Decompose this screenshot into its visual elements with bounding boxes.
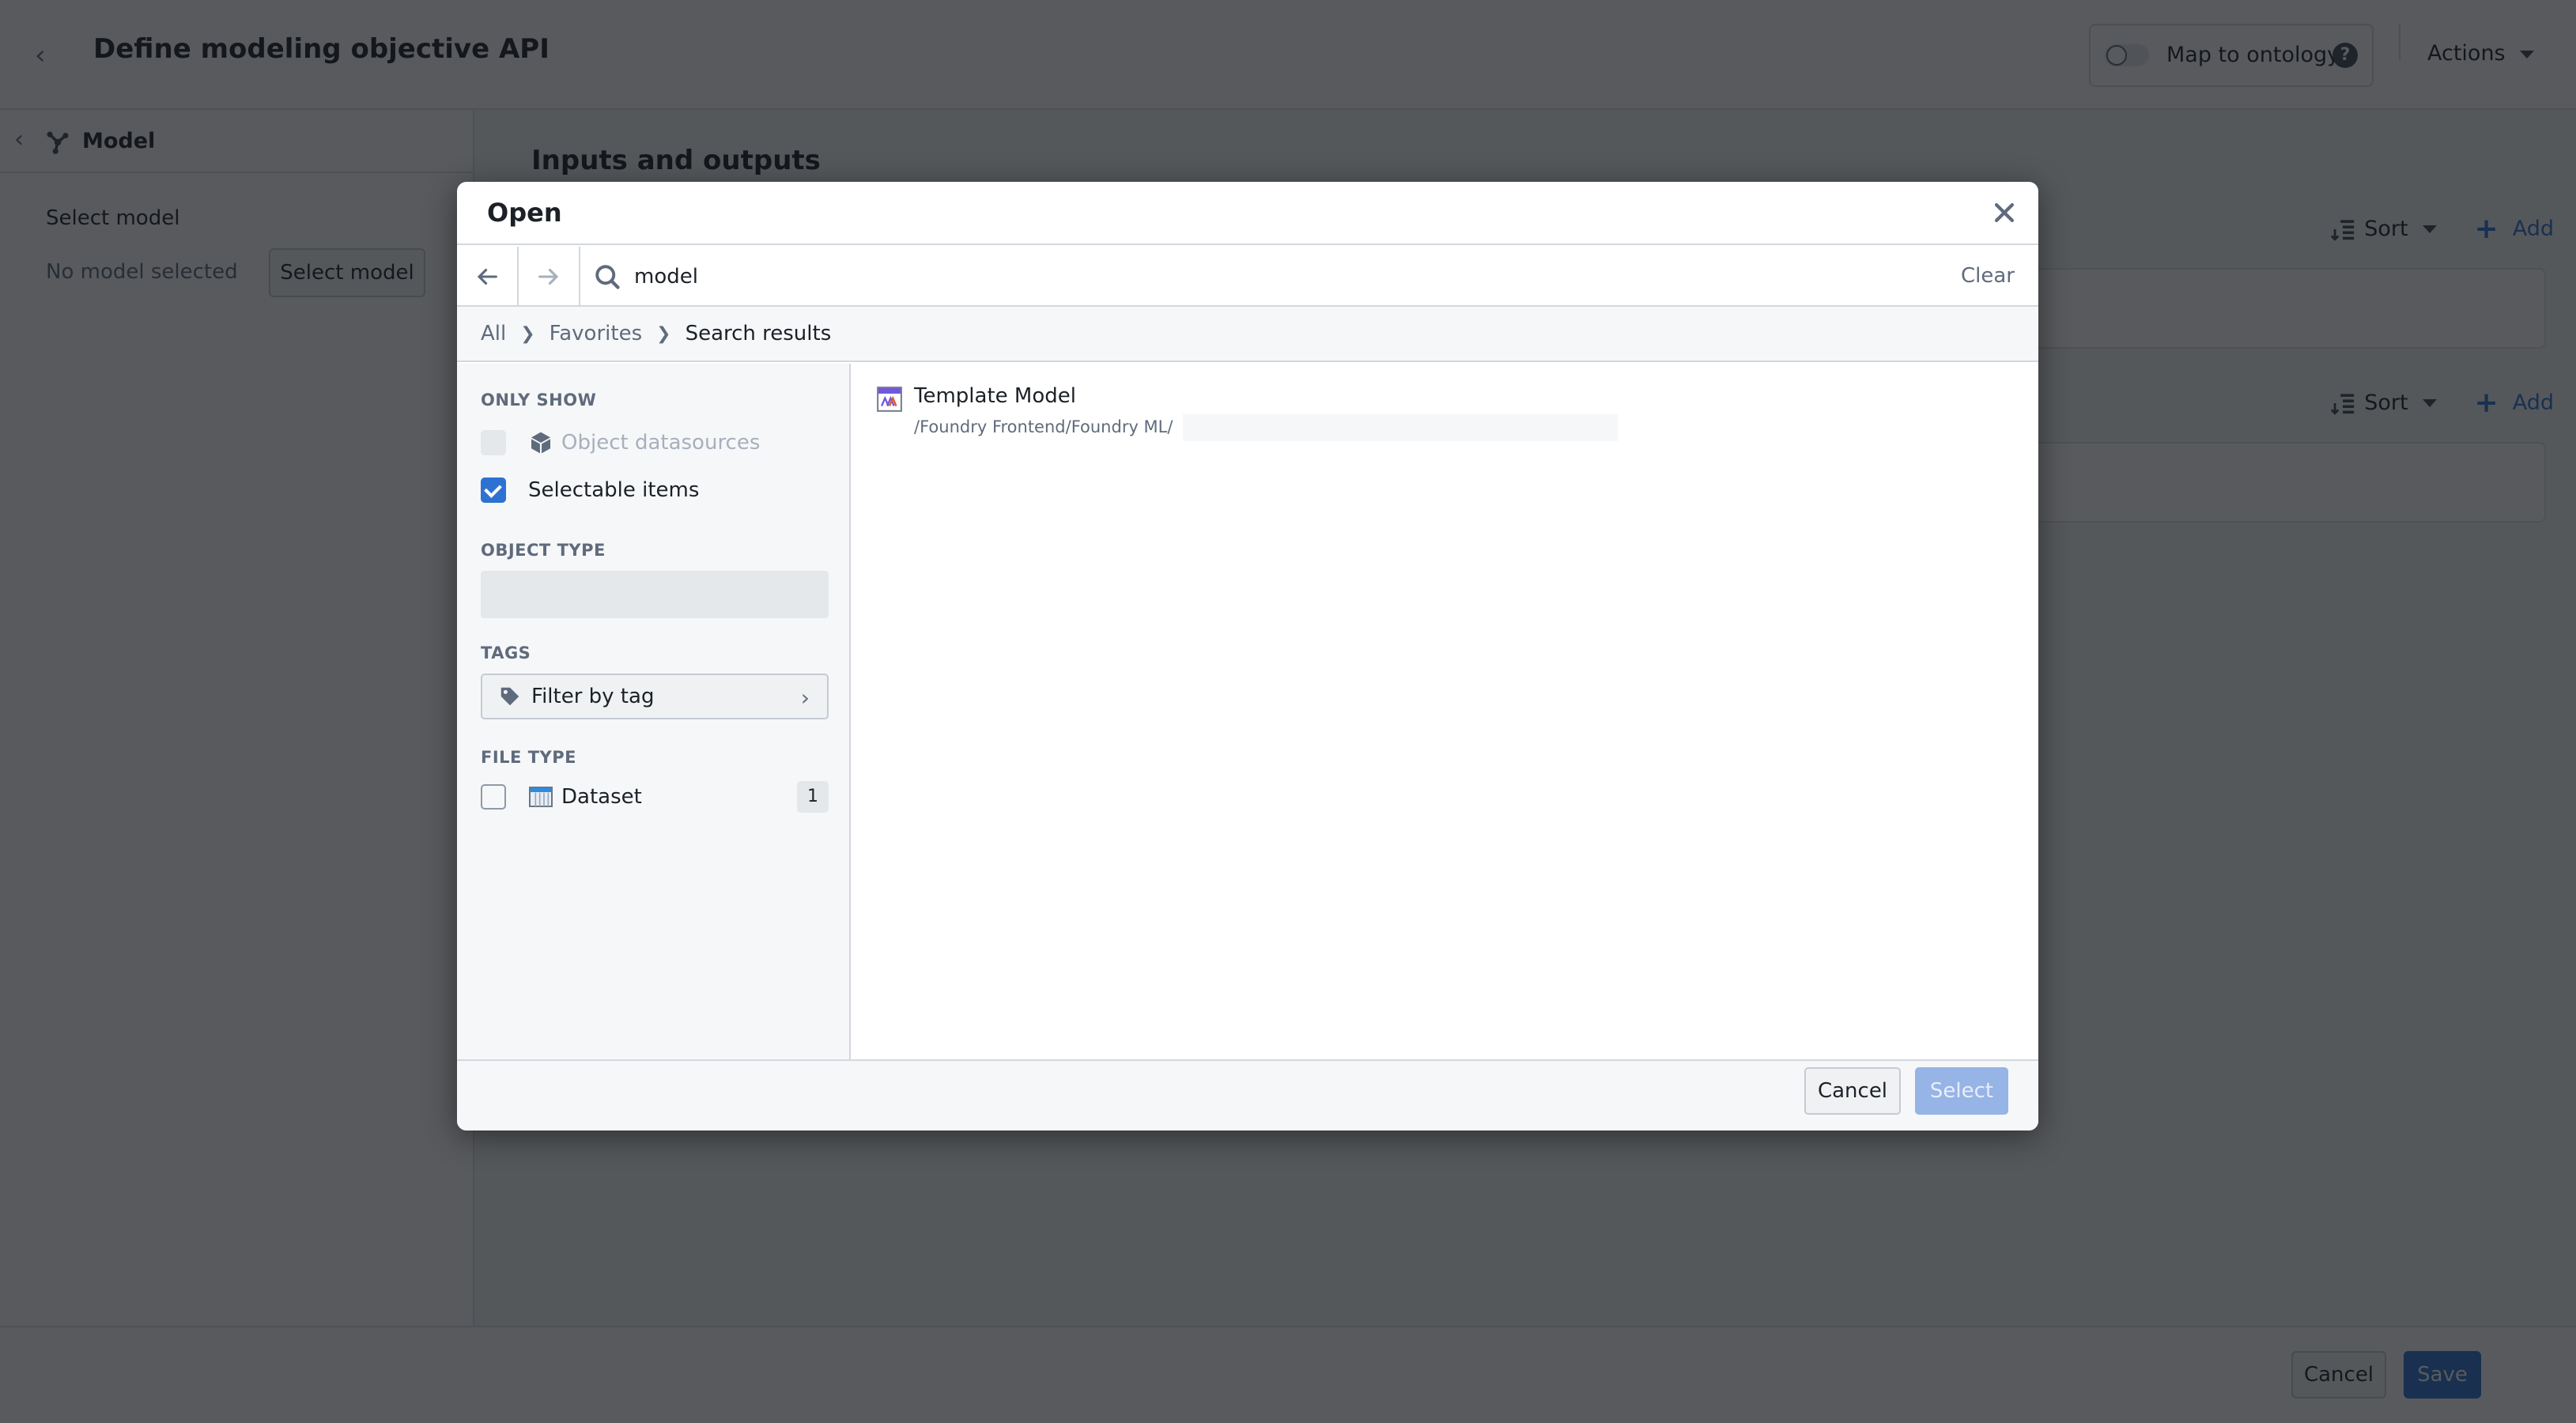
file-type-heading: FILE TYPE <box>481 748 576 767</box>
object-datasources-label: Object datasources <box>561 431 761 455</box>
tags-heading: TAGS <box>481 644 531 662</box>
filter-by-tag-button[interactable]: Filter by tag › <box>481 674 829 719</box>
nav-back-button[interactable] <box>457 247 519 307</box>
result-title: Template Model <box>914 384 1076 408</box>
breadcrumb: All ❯ Favorites ❯ Search results <box>457 307 2038 362</box>
arrow-right-icon <box>538 268 559 285</box>
dataset-label: Dataset <box>561 785 642 809</box>
result-item[interactable]: Template Model /Foundry Frontend/Foundry… <box>876 384 1667 441</box>
chevron-right-icon: ❯ <box>656 323 671 344</box>
nav-forward-button[interactable] <box>519 247 580 307</box>
results-panel: Template Model /Foundry Frontend/Foundry… <box>852 364 2038 1059</box>
object-type-select[interactable] <box>481 571 829 618</box>
breadcrumb-favorites[interactable]: Favorites <box>550 322 642 345</box>
arrow-left-icon <box>477 268 497 285</box>
dialog-header: Open <box>457 182 2038 245</box>
object-type-heading: OBJECT TYPE <box>481 541 606 560</box>
selectable-items-label: Selectable items <box>528 478 700 502</box>
breadcrumb-search-results: Search results <box>685 322 832 345</box>
dataset-count-badge: 1 <box>797 781 829 813</box>
dataset-icon <box>529 787 553 807</box>
filter-object-datasources: Object datasources <box>481 430 760 455</box>
open-dialog: Open Clear All ❯ Favorites ❯ Search resu… <box>457 182 2038 1130</box>
filter-dataset: Dataset <box>481 784 642 810</box>
object-datasources-checkbox[interactable] <box>481 430 506 455</box>
search-row: Clear <box>457 247 2038 307</box>
dialog-cancel-button[interactable]: Cancel <box>1804 1067 1901 1115</box>
redacted-path-segment <box>1183 414 1618 441</box>
breadcrumb-all[interactable]: All <box>481 322 506 345</box>
model-file-icon <box>877 387 902 412</box>
chevron-right-icon: › <box>800 685 810 711</box>
filter-by-tag-label: Filter by tag <box>531 685 655 708</box>
result-path: /Foundry Frontend/Foundry ML/ <box>914 417 1173 436</box>
only-show-heading: ONLY SHOW <box>481 391 597 410</box>
cube-icon <box>531 432 550 454</box>
dialog-select-button[interactable]: Select <box>1915 1067 2008 1115</box>
chevron-right-icon: ❯ <box>520 323 535 344</box>
search-icon <box>595 265 620 289</box>
dialog-footer: Cancel Select <box>457 1059 2038 1130</box>
close-icon[interactable] <box>1991 199 2018 226</box>
tag-icon <box>500 687 519 706</box>
dataset-checkbox[interactable] <box>481 784 506 810</box>
clear-search-button[interactable]: Clear <box>1961 264 2015 288</box>
search-input[interactable] <box>634 256 1820 297</box>
filters-panel: ONLY SHOW Object datasources Selectable … <box>457 364 851 1059</box>
filter-selectable-items: Selectable items <box>481 477 699 503</box>
selectable-items-checkbox[interactable] <box>481 477 506 503</box>
dialog-title: Open <box>487 198 562 228</box>
